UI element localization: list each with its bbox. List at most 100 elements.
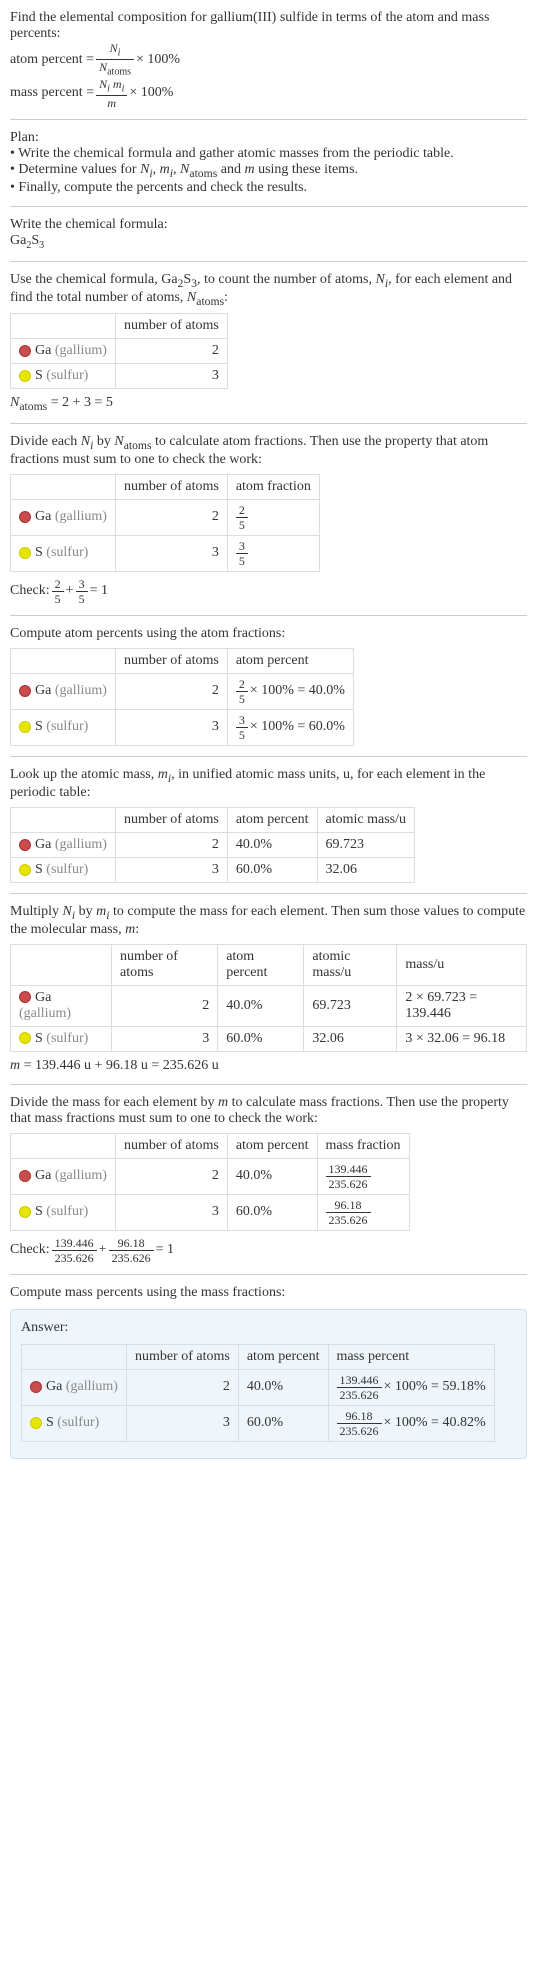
atom-fraction-table: number of atoms atom fraction Ga (galliu… [10, 474, 320, 572]
atomic-mass-table: number of atoms atom percent atomic mass… [10, 807, 415, 883]
sulfur-swatch-icon [19, 1206, 31, 1218]
col-header: number of atoms [115, 314, 227, 339]
divider [10, 119, 527, 120]
table-header-row: number of atoms atom percent mass percen… [22, 1344, 495, 1369]
sulfur-swatch-icon [19, 370, 31, 382]
atomic-mass-block: Look up the atomic mass, mi, in unified … [10, 767, 527, 883]
table-row: S (sulfur) 3 60.0% 32.06 [11, 857, 415, 882]
plan-bullet: • Finally, compute the percents and chec… [10, 180, 527, 196]
mass-pct-title-block: Compute mass percents using the mass fra… [10, 1285, 527, 1301]
sum-equation: m = 139.446 u + 96.18 u = 235.626 u [10, 1058, 527, 1074]
step-title: Compute atom percents using the atom fra… [10, 626, 527, 642]
divider [10, 893, 527, 894]
step-text: Divide each Ni by Natoms to calculate at… [10, 434, 527, 468]
table-row: S (sulfur) 3 35 [11, 535, 320, 571]
col-header: atom percent [218, 944, 304, 985]
table-row: Ga (gallium) 2 25 [11, 499, 320, 535]
check-equation: Check: 139.446235.626 + 96.18235.626 = 1 [10, 1237, 527, 1264]
plan-bullet: • Write the chemical formula and gather … [10, 146, 527, 162]
atom-percent-eq: atom percent = Ni Natoms × 100% [10, 42, 527, 78]
gallium-swatch-icon [19, 511, 31, 523]
col-header: atom percent [227, 1133, 317, 1158]
col-header: mass percent [328, 1344, 494, 1369]
sum-equation: Natoms = 2 + 3 = 5 [10, 395, 527, 413]
chemical-formula: Ga2S3 [10, 233, 527, 251]
col-header: atom percent [227, 648, 353, 673]
sulfur-swatch-icon [19, 721, 31, 733]
atom-fractions-block: Divide each Ni by Natoms to calculate at… [10, 434, 527, 605]
table-row: Ga (gallium) 2 40.0% 139.446235.626 [11, 1158, 410, 1194]
intro-block: Find the elemental composition for galli… [10, 10, 527, 109]
table-row: Ga (gallium) 2 40.0% 69.723 [11, 832, 415, 857]
step-title: Compute mass percents using the mass fra… [10, 1285, 527, 1301]
table-row: Ga (gallium) 2 [11, 339, 228, 364]
table-row: S (sulfur) 3 [11, 364, 228, 389]
divider [10, 423, 527, 424]
col-header: mass/u [397, 944, 527, 985]
count-atoms-block: Use the chemical formula, Ga2S3, to coun… [10, 272, 527, 413]
gallium-swatch-icon [19, 991, 31, 1003]
divider [10, 1084, 527, 1085]
table-row: S (sulfur) 3 60.0% 32.06 3 × 32.06 = 96.… [11, 1026, 527, 1051]
table-header-row: number of atoms atom percent atomic mass… [11, 944, 527, 985]
table-header-row: number of atoms [11, 314, 228, 339]
plan-block: Plan: • Write the chemical formula and g… [10, 130, 527, 196]
answer-box: Answer: number of atoms atom percent mas… [10, 1309, 527, 1459]
multiply-mass-block: Multiply Ni by mi to compute the mass fo… [10, 904, 527, 1074]
col-header: number of atoms [115, 1133, 227, 1158]
table-header-row: number of atoms atom percent atomic mass… [11, 807, 415, 832]
sulfur-swatch-icon [19, 547, 31, 559]
divider [10, 1274, 527, 1275]
table-row: S (sulfur) 3 60.0% 96.18235.626 × 100% =… [22, 1405, 495, 1441]
mass-fraction-block: Divide the mass for each element by m to… [10, 1095, 527, 1264]
table-row: S (sulfur) 3 35 × 100% = 60.0% [11, 709, 354, 745]
fraction: Ni Natoms [96, 42, 134, 78]
gallium-swatch-icon [19, 685, 31, 697]
gallium-swatch-icon [30, 1381, 42, 1393]
step-text: Look up the atomic mass, mi, in unified … [10, 767, 527, 801]
col-header: number of atoms [115, 807, 227, 832]
col-header: number of atoms [115, 648, 227, 673]
mass-table: number of atoms atom percent atomic mass… [10, 944, 527, 1052]
answer-title: Answer: [21, 1320, 516, 1336]
atom-count-table: number of atoms Ga (gallium) 2 S (sulfur… [10, 313, 228, 389]
divider [10, 756, 527, 757]
table-row: Ga (gallium) 2 40.0% 69.723 2 × 69.723 =… [11, 985, 527, 1026]
step-text: Use the chemical formula, Ga2S3, to coun… [10, 272, 527, 308]
col-header: atom percent [227, 807, 317, 832]
table-header-row: number of atoms atom fraction [11, 474, 320, 499]
atom-percent-block: Compute atom percents using the atom fra… [10, 626, 527, 746]
col-header: atomic mass/u [317, 807, 415, 832]
col-header: number of atoms [115, 474, 227, 499]
mass-percent-eq: mass percent = Ni mi m × 100% [10, 78, 527, 109]
table-row: S (sulfur) 3 60.0% 96.18235.626 [11, 1194, 410, 1230]
table-row: Ga (gallium) 2 40.0% 139.446235.626 × 10… [22, 1369, 495, 1405]
col-header: mass fraction [317, 1133, 409, 1158]
fraction: Ni mi m [96, 78, 127, 109]
mass-fraction-table: number of atoms atom percent mass fracti… [10, 1133, 410, 1231]
col-header: atom percent [238, 1344, 328, 1369]
col-header: atomic mass/u [304, 944, 397, 985]
sulfur-swatch-icon [19, 1032, 31, 1044]
step-text: Multiply Ni by mi to compute the mass fo… [10, 904, 527, 938]
atom-percent-table: number of atoms atom percent Ga (gallium… [10, 648, 354, 746]
col-header: number of atoms [126, 1344, 238, 1369]
check-equation: Check: 25 + 35 = 1 [10, 578, 527, 605]
plan-title: Plan: [10, 130, 527, 146]
gallium-swatch-icon [19, 839, 31, 851]
divider [10, 206, 527, 207]
answer-table: number of atoms atom percent mass percen… [21, 1344, 495, 1442]
gallium-swatch-icon [19, 1170, 31, 1182]
write-formula-block: Write the chemical formula: Ga2S3 [10, 217, 527, 251]
table-header-row: number of atoms atom percent [11, 648, 354, 673]
gallium-swatch-icon [19, 345, 31, 357]
divider [10, 261, 527, 262]
sulfur-swatch-icon [30, 1417, 42, 1429]
sulfur-swatch-icon [19, 864, 31, 876]
table-header-row: number of atoms atom percent mass fracti… [11, 1133, 410, 1158]
intro-title: Find the elemental composition for galli… [10, 10, 527, 42]
table-row: Ga (gallium) 2 25 × 100% = 40.0% [11, 673, 354, 709]
col-header: number of atoms [112, 944, 218, 985]
step-text: Divide the mass for each element by m to… [10, 1095, 527, 1127]
plan-bullet: • Determine values for Ni, mi, Natoms an… [10, 162, 527, 180]
